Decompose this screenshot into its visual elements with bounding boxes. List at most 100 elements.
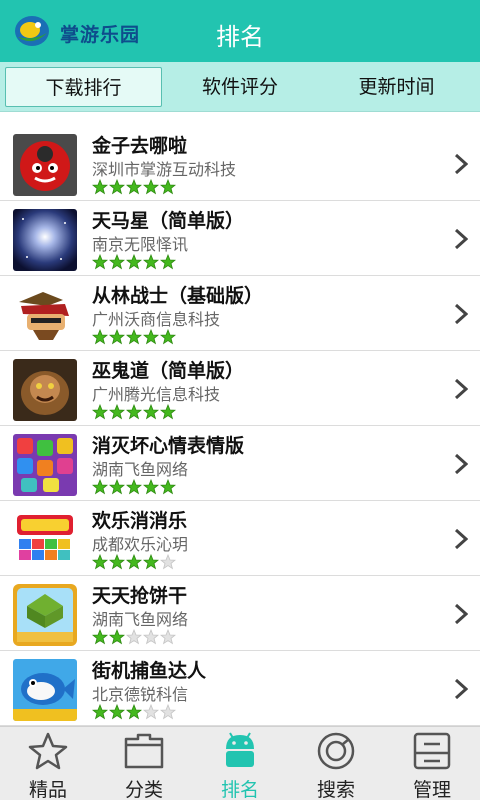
rating-stars <box>92 254 177 270</box>
chevron-right-icon <box>454 528 468 550</box>
star-filled-icon <box>92 179 108 195</box>
manage-icon <box>413 732 451 770</box>
tab-downloads[interactable]: 下载排行 <box>5 67 162 107</box>
app-company: 湖南飞鱼网络 <box>92 460 189 479</box>
star-filled-icon <box>109 404 125 420</box>
emoji-blocks-icon <box>13 434 77 496</box>
list-item[interactable]: 从林战士（基础版） 广州沃商信息科技 <box>0 276 480 351</box>
star-filled-icon <box>126 479 142 495</box>
app-company: 广州沃商信息科技 <box>92 310 221 329</box>
chevron-right-icon <box>454 378 468 400</box>
chevron-right-icon <box>454 678 468 700</box>
monster-icon <box>13 359 77 421</box>
rating-stars <box>92 704 177 720</box>
rating-stars <box>92 554 177 570</box>
nav-search[interactable]: 搜索 <box>288 727 384 800</box>
app-company: 湖南飞鱼网络 <box>92 610 189 629</box>
app-list: 金子去哪啦 深圳市掌游互动科技 天马星（简单版） 南京无限怿讯 从林战士（基础版… <box>0 126 480 726</box>
app-name: 从林战士（基础版） <box>92 285 264 307</box>
star-filled-icon <box>92 254 108 270</box>
star-filled-icon <box>109 329 125 345</box>
app-name: 街机捕鱼达人 <box>92 660 207 682</box>
app-company: 南京无限怿讯 <box>92 235 189 254</box>
chevron-right-icon <box>454 228 468 250</box>
star-filled-icon <box>143 554 159 570</box>
star-filled-icon <box>126 554 142 570</box>
galaxy-icon <box>13 209 77 271</box>
star-empty-icon <box>160 554 176 570</box>
chevron-right-icon <box>454 603 468 625</box>
tab-ratings[interactable]: 软件评分 <box>162 67 318 107</box>
app-company: 广州腾光信息科技 <box>92 385 221 404</box>
header-bar: 掌游乐园 排名 <box>0 0 480 62</box>
list-item[interactable]: 金子去哪啦 深圳市掌游互动科技 <box>0 126 480 201</box>
app-name: 金子去哪啦 <box>92 135 188 157</box>
star-empty-icon <box>143 704 159 720</box>
app-company: 北京德锐科信 <box>92 685 189 704</box>
tab-updated[interactable]: 更新时间 <box>318 67 475 107</box>
star-empty-icon <box>160 704 176 720</box>
nav-ranking[interactable]: 排名 <box>192 727 288 800</box>
android-icon <box>226 732 254 767</box>
search-icon <box>317 732 355 770</box>
star-filled-icon <box>143 254 159 270</box>
list-item[interactable]: 天马星（简单版） 南京无限怿讯 <box>0 201 480 276</box>
list-item[interactable]: 街机捕鱼达人 北京德锐科信 <box>0 651 480 726</box>
app-name: 巫鬼道（简单版） <box>92 360 245 382</box>
chevron-right-icon <box>454 153 468 175</box>
nav-label: 分类 <box>124 779 163 800</box>
list-item[interactable]: 欢乐消消乐 成都欢乐沁玥 <box>0 501 480 576</box>
page-title: 排名 <box>216 23 264 51</box>
ranking-tabs: 下载排行 软件评分 更新时间 <box>0 62 480 112</box>
star-filled-icon <box>160 179 176 195</box>
nav-featured[interactable]: 精品 <box>0 727 96 800</box>
star-filled-icon <box>126 704 142 720</box>
nav-manage[interactable]: 管理 <box>384 727 480 800</box>
rating-stars <box>92 179 177 195</box>
star-filled-icon <box>143 329 159 345</box>
app-name: 消灭坏心情表情版 <box>92 435 245 457</box>
star-empty-icon <box>160 629 176 645</box>
star-filled-icon <box>92 629 108 645</box>
star-filled-icon <box>92 404 108 420</box>
star-filled-icon <box>143 479 159 495</box>
app-name: 天天抢饼干 <box>92 585 188 607</box>
app-name: 欢乐消消乐 <box>92 510 188 532</box>
star-filled-icon <box>92 479 108 495</box>
rating-stars <box>92 629 177 645</box>
warrior-icon <box>13 284 77 346</box>
nav-label: 管理 <box>412 779 451 800</box>
star-filled-icon <box>109 254 125 270</box>
star-filled-icon <box>160 404 176 420</box>
list-item[interactable]: 天天抢饼干 湖南飞鱼网络 <box>0 576 480 651</box>
star-filled-icon <box>109 179 125 195</box>
list-item[interactable]: 巫鬼道（简单版） 广州腾光信息科技 <box>0 351 480 426</box>
star-filled-icon <box>92 329 108 345</box>
star-filled-icon <box>126 179 142 195</box>
star-empty-icon <box>126 629 142 645</box>
star-filled-icon <box>126 329 142 345</box>
star-icon <box>28 732 68 770</box>
star-filled-icon <box>160 254 176 270</box>
rating-stars <box>92 329 177 345</box>
star-filled-icon <box>92 704 108 720</box>
star-filled-icon <box>109 704 125 720</box>
star-filled-icon <box>143 179 159 195</box>
chevron-right-icon <box>454 303 468 325</box>
app-company: 深圳市掌游互动科技 <box>92 160 237 179</box>
app-company: 成都欢乐沁玥 <box>92 535 189 554</box>
rating-stars <box>92 479 177 495</box>
star-filled-icon <box>92 554 108 570</box>
star-filled-icon <box>126 254 142 270</box>
cookie-icon <box>13 584 77 646</box>
star-filled-icon <box>109 554 125 570</box>
fish-icon <box>13 659 77 721</box>
nav-category[interactable]: 分类 <box>96 727 192 800</box>
match-blocks-icon <box>13 509 77 571</box>
app-name: 天马星（简单版） <box>92 210 245 232</box>
chevron-right-icon <box>454 453 468 475</box>
list-item[interactable]: 消灭坏心情表情版 湖南飞鱼网络 <box>0 426 480 501</box>
star-filled-icon <box>143 404 159 420</box>
red-bird-icon <box>13 134 77 196</box>
bottom-nav: 精品 分类 排名 搜索 管理 <box>0 726 480 800</box>
